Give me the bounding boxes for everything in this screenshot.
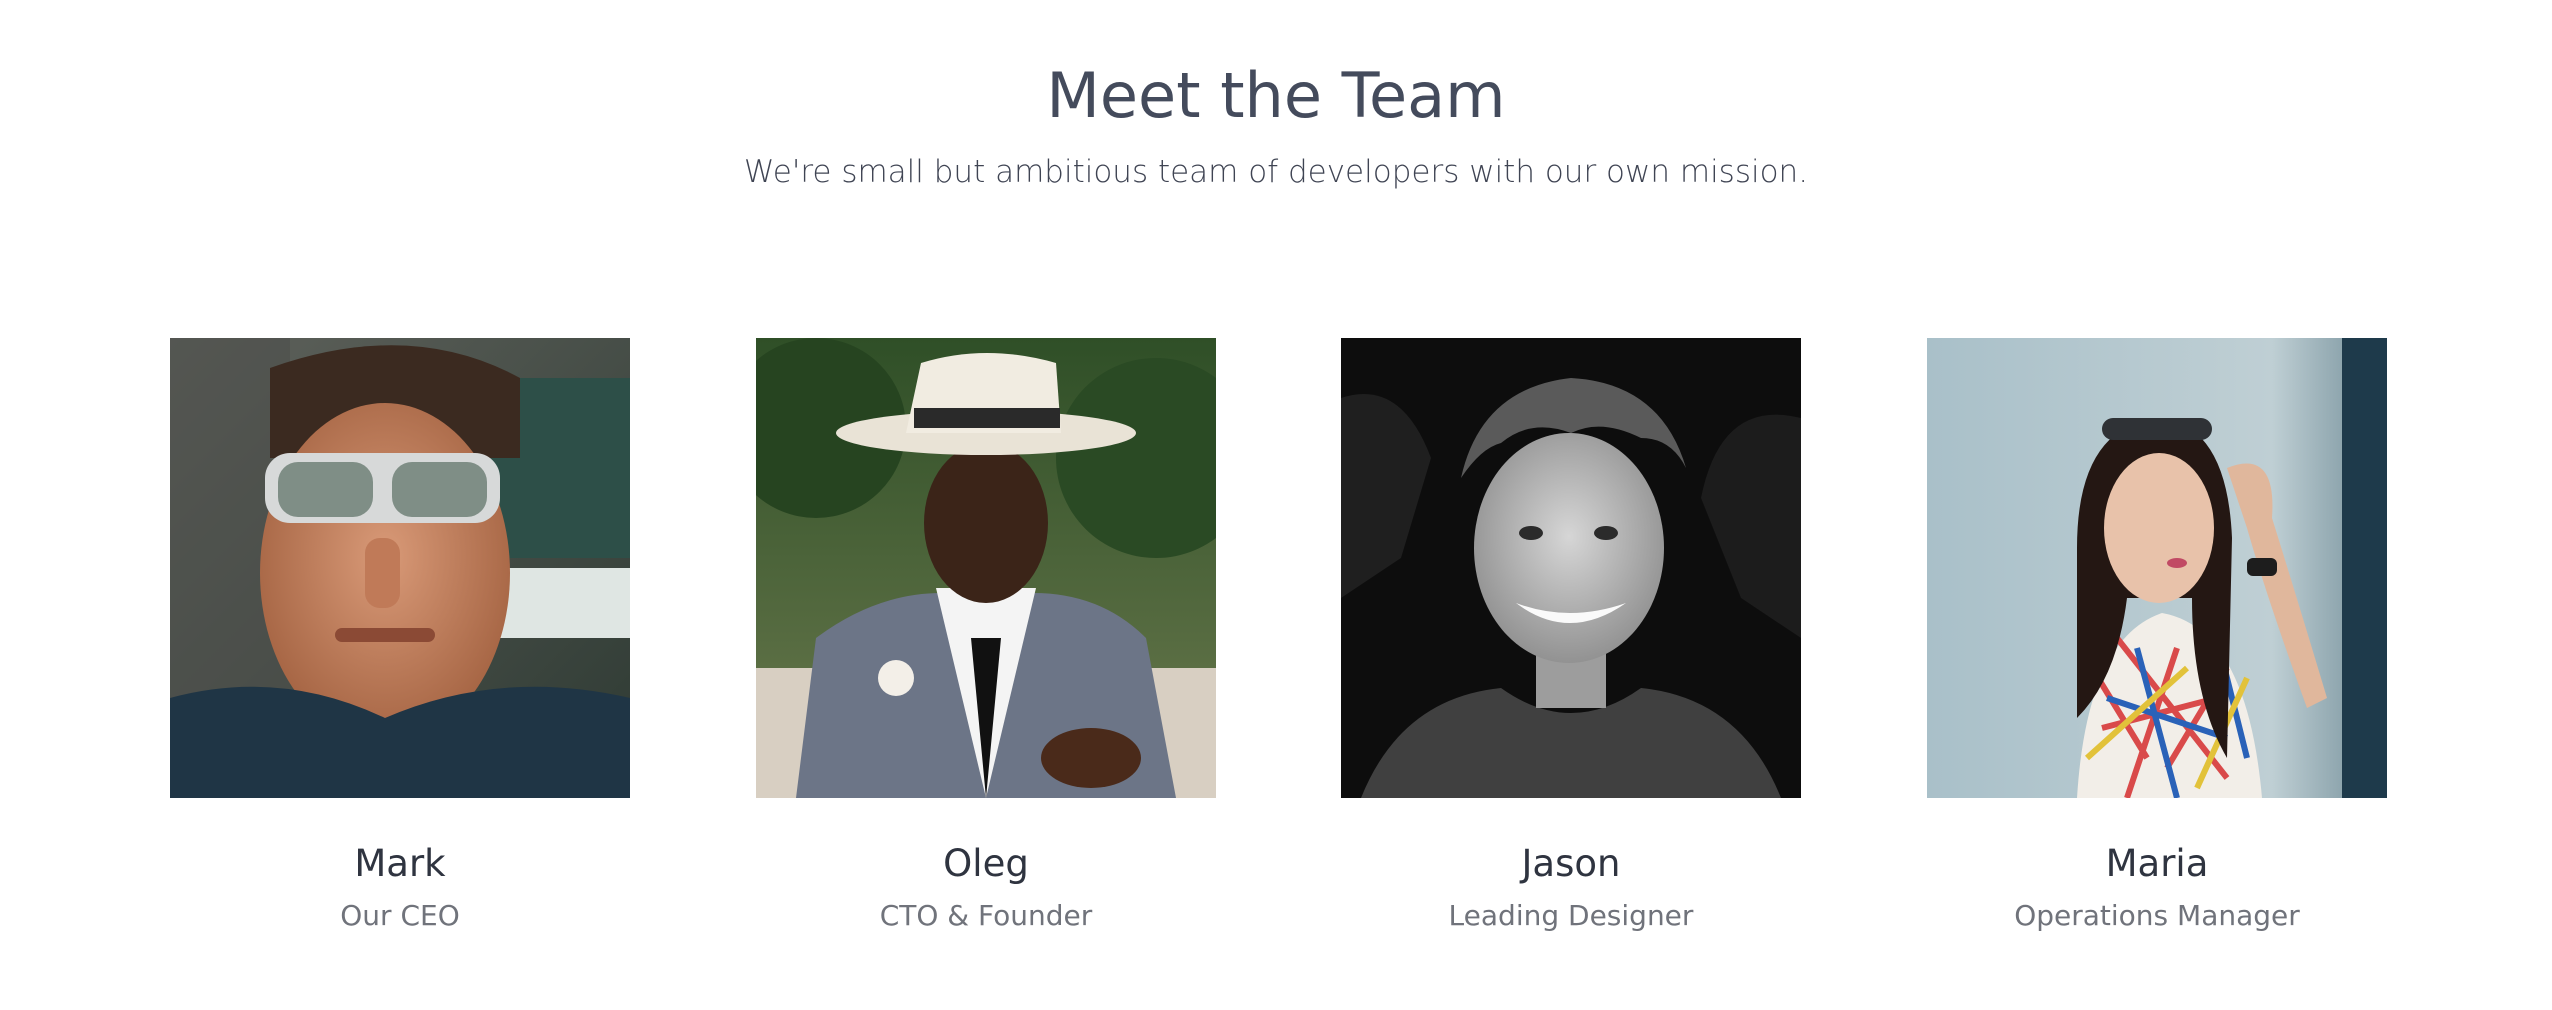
team-photo-mark — [170, 338, 630, 798]
member-name: Jason — [1521, 842, 1621, 885]
team-card-jason: Jason Leading Designer — [1341, 338, 1801, 934]
team-card-oleg: Oleg CTO & Founder — [756, 338, 1216, 934]
member-role: Operations Manager — [2014, 899, 2300, 932]
member-role: CTO & Founder — [879, 899, 1093, 932]
member-role: Our CEO — [340, 899, 460, 932]
member-role: Leading Designer — [1448, 899, 1694, 932]
portrait-man-smiling-bw-icon — [1341, 338, 1801, 798]
section-title: Meet the Team — [1046, 59, 1506, 132]
team-photo-jason — [1341, 338, 1801, 798]
team-section: Meet the Team We're small but ambitious … — [0, 0, 2552, 1010]
member-name: Mark — [354, 842, 446, 885]
portrait-woman-sunglasses-on-head-icon — [1927, 338, 2387, 798]
team-card-maria: Maria Operations Manager — [1927, 338, 2387, 934]
member-name: Oleg — [943, 842, 1029, 885]
portrait-man-sunglasses-icon — [170, 338, 630, 798]
section-subtitle: We're small but ambitious team of develo… — [743, 154, 1809, 190]
team-photo-maria — [1927, 338, 2387, 798]
member-name: Maria — [2105, 842, 2209, 885]
portrait-man-hat-icon — [756, 338, 1216, 798]
team-card-mark: Mark Our CEO — [170, 338, 630, 934]
team-photo-oleg — [756, 338, 1216, 798]
